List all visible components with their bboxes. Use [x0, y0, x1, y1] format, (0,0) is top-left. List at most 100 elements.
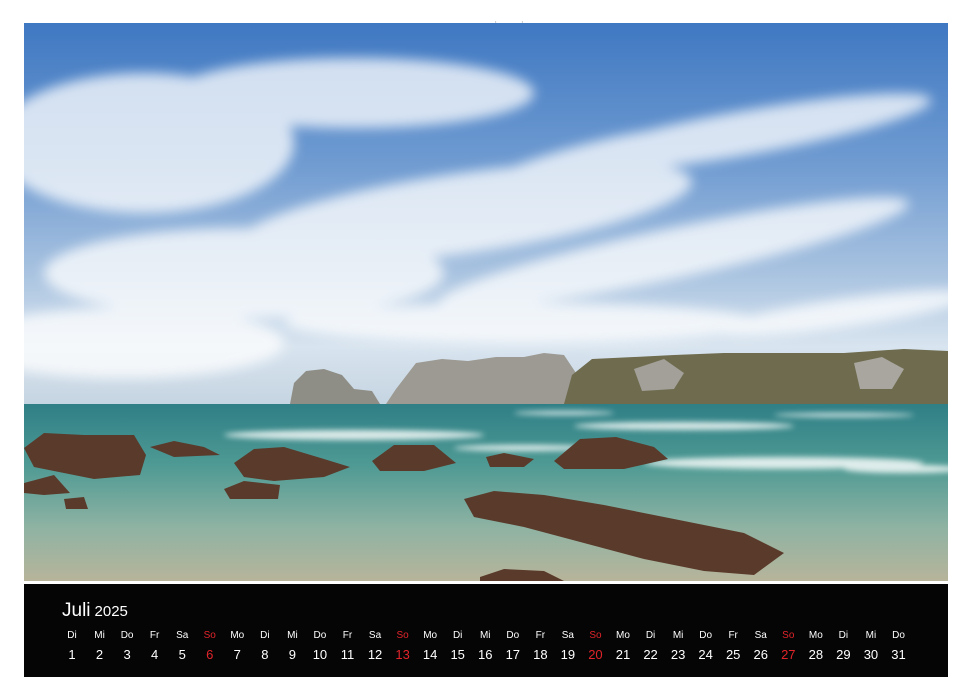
day-cell: Di 29	[828, 630, 858, 663]
day-cell: Mo 14	[415, 630, 445, 663]
day-cell: Mo 21	[608, 630, 638, 663]
weekday-label: Do	[699, 630, 713, 641]
weekday-label: Fr	[149, 630, 160, 641]
year-label: 2025	[94, 603, 128, 620]
day-number: 5	[178, 647, 186, 662]
weekday-label: Sa	[754, 630, 767, 641]
day-cell: Sa 5	[167, 630, 197, 663]
weekday-label: Mi	[865, 630, 877, 641]
day-cell: Do 31	[884, 630, 914, 663]
day-number: 7	[233, 647, 241, 662]
sea	[24, 404, 948, 581]
day-cell: Fr 18	[525, 630, 555, 663]
day-number: 27	[781, 647, 796, 662]
weekday-label: Mi	[287, 630, 298, 641]
weekday-label: So	[782, 630, 795, 641]
weekday-label: Di	[645, 630, 656, 641]
weekday-label: Fr	[728, 630, 738, 641]
landscape-photo	[24, 23, 948, 581]
day-cell: Mi 9	[277, 630, 307, 663]
weekday-label: Fr	[535, 630, 546, 641]
day-cell: Do 10	[305, 630, 335, 663]
day-cell: So 6	[195, 630, 225, 663]
day-number: 31	[891, 647, 906, 662]
month-name: Juli	[62, 600, 91, 621]
weekday-label: Do	[892, 630, 905, 641]
day-number: 28	[808, 647, 824, 662]
day-number: 14	[422, 647, 438, 662]
weekday-label: Di	[452, 630, 463, 641]
day-cell: Mi 30	[856, 630, 886, 663]
weekday-label: Di	[67, 630, 77, 641]
day-cell: Di 15	[443, 630, 473, 663]
day-cell: Sa 26	[746, 630, 776, 663]
weekday-label: Mi	[672, 630, 684, 641]
day-cell: Mi 16	[470, 630, 500, 663]
weekday-label: Di	[838, 630, 849, 641]
day-number: 2	[95, 647, 104, 662]
day-number: 22	[643, 647, 658, 662]
day-number: 12	[367, 647, 383, 662]
calendar-strip: Juli 2025 Di 1 Mi 2 Do 3 Fr 4 Sa 5 So 6 Mo 7 Di 8 Mi 9 Do 10…	[24, 584, 948, 677]
day-number: 3	[123, 647, 131, 662]
day-cell: Di 1	[57, 630, 87, 663]
day-cell: Sa 12	[360, 630, 390, 663]
weekday-label: Mo	[423, 630, 438, 641]
day-cell: So 13	[388, 630, 418, 663]
cliffs	[290, 349, 948, 404]
day-number: 18	[533, 647, 548, 662]
weekday-label: Mo	[230, 630, 245, 641]
day-number: 8	[261, 647, 269, 662]
day-number: 4	[151, 647, 159, 662]
day-number: 24	[698, 647, 713, 662]
day-cell: Fr 4	[140, 630, 170, 663]
day-number: 20	[588, 647, 603, 662]
weekday-label: Mi	[479, 630, 491, 641]
day-number: 26	[753, 647, 768, 662]
day-cell: So 20	[580, 630, 610, 663]
day-cell: Sa 19	[553, 630, 583, 663]
day-cell: Mi 23	[663, 630, 693, 663]
day-cell: Do 3	[112, 630, 142, 663]
weekday-label: So	[396, 630, 409, 641]
day-number: 29	[836, 647, 851, 662]
day-number: 16	[478, 647, 493, 662]
day-number: 25	[725, 647, 741, 662]
day-number: 6	[206, 647, 214, 662]
day-cell: Di 22	[636, 630, 666, 663]
weekday-label: Sa	[176, 630, 189, 641]
weekday-label: So	[589, 630, 602, 641]
weekday-label: Do	[313, 630, 327, 641]
day-cell: Do 17	[498, 630, 528, 663]
day-number: 17	[505, 647, 521, 662]
weekday-label: Fr	[342, 630, 353, 641]
day-number: 21	[615, 647, 631, 662]
weekday-label: Sa	[368, 630, 382, 641]
weekday-label: Mo	[808, 630, 823, 641]
weekday-label: Do	[120, 630, 134, 641]
coastal-scene	[24, 58, 948, 581]
day-cell: Mo 7	[222, 630, 252, 663]
weekday-label: Di	[260, 630, 270, 641]
day-cell: So 27	[773, 630, 803, 663]
day-number: 9	[288, 647, 296, 662]
day-cell: Fr 25	[718, 630, 748, 663]
day-cell: Mo 28	[801, 630, 831, 663]
weekday-label: Sa	[561, 630, 574, 641]
day-number: 30	[863, 647, 879, 662]
month-title: Juli 2025	[62, 600, 128, 622]
day-number: 23	[670, 647, 686, 662]
weekday-label: So	[203, 630, 216, 641]
day-number: 10	[312, 647, 328, 662]
day-cell: Fr 11	[333, 630, 363, 663]
day-cell: Do 24	[691, 630, 721, 663]
weekday-label: Do	[506, 630, 520, 641]
weekday-label: Mi	[94, 630, 105, 641]
day-grid: Di 1 Mi 2 Do 3 Fr 4 Sa 5 So 6 Mo 7 Di 8 Mi 9 Do 10 Fr 11 Sa 12 S…	[57, 630, 927, 670]
day-number: 11	[340, 647, 355, 662]
day-number: 15	[450, 647, 465, 662]
weekday-label: Mo	[616, 630, 630, 641]
day-cell: Di 8	[250, 630, 280, 663]
day-number: 19	[560, 647, 576, 662]
day-number: 13	[395, 647, 410, 662]
